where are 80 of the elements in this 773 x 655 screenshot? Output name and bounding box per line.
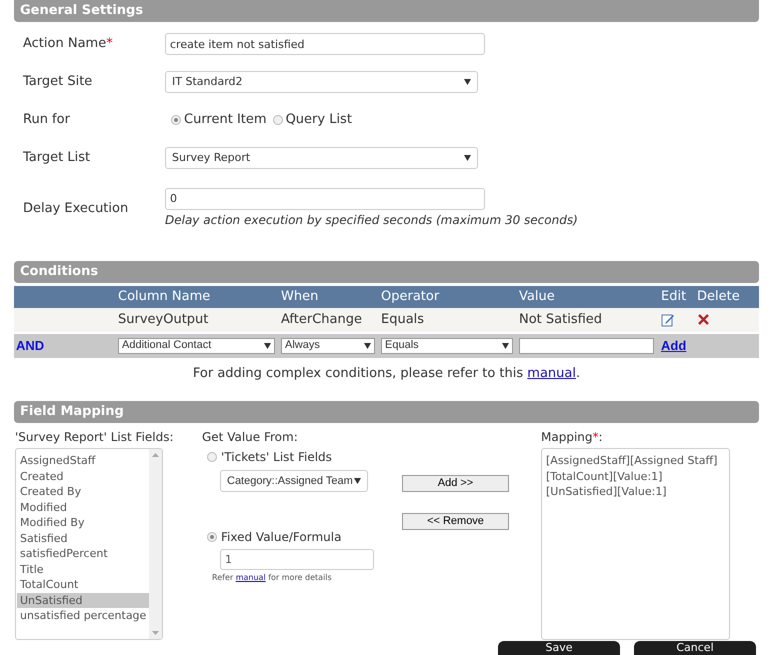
required-mark: *	[106, 36, 113, 52]
radio-button[interactable]	[171, 115, 181, 125]
list-box[interactable]: AssignedStaff Created Created By Modified Modified By Satisfied satisfiedPercent Title TotalCount UnSatisfied unsatisfied percentage	[15, 448, 163, 640]
radio-button[interactable]	[207, 452, 217, 462]
input-field[interactable]: 1	[220, 549, 374, 570]
scrollbar[interactable]	[149, 449, 162, 639]
list-label: 'Survey Report' List Fields:	[15, 429, 175, 446]
mapping-entry: [AssignedStaff][Assigned Staff]	[546, 453, 718, 468]
dropdown[interactable]: Category::Assigned Team	[220, 470, 368, 492]
dropdown[interactable]: Additional Contact	[118, 338, 275, 354]
input-field[interactable]	[519, 338, 654, 354]
mapping-entry: [UnSatisfied][Value:1]	[546, 484, 668, 500]
table-cell: Equals	[381, 312, 424, 327]
input-field[interactable]: create item not satisfied	[165, 33, 485, 55]
column-header: Edit	[661, 288, 686, 304]
field-label: Run for	[23, 112, 70, 128]
dropdown[interactable]: Survey Report	[165, 147, 478, 169]
add-link[interactable]: Add	[661, 338, 686, 353]
manual-link[interactable]: manual	[236, 573, 266, 582]
mapping-box[interactable]: [AssignedStaff][Assigned Staff] [TotalCount][Value:1] [UnSatisfied][Value:1]	[541, 448, 730, 640]
dropdown[interactable]: IT Standard2	[165, 71, 478, 93]
radio-button[interactable]	[272, 115, 283, 125]
field-label: Target Site	[23, 74, 92, 90]
list-item[interactable]: Modified By	[17, 515, 150, 530]
caret-icon	[464, 79, 471, 85]
column-header: Delete	[697, 288, 740, 304]
table-cell: Not Satisfied	[519, 312, 602, 327]
action-button[interactable]: Cancel	[634, 641, 756, 655]
colon-text: :	[598, 430, 603, 444]
required-mark: *	[592, 430, 598, 444]
list-item[interactable]: UnSatisfied	[17, 592, 150, 608]
column-header: Column Name	[118, 288, 210, 304]
column-header: Operator	[381, 288, 440, 304]
section-header: Field Mapping	[14, 401, 759, 423]
remove-button[interactable]: << Remove	[402, 513, 509, 530]
section-header: General Settings	[14, 0, 759, 22]
field-label: Delay Execution	[23, 201, 128, 216]
radio-label: Current Item	[184, 111, 267, 130]
help-text: For adding complex conditions, please refer to this manual.	[192, 366, 580, 380]
table-cell: SurveyOutput	[118, 312, 208, 327]
section-header: Conditions	[14, 260, 759, 282]
hint-text: Delay action execution by specified seconds (maximum 30 seconds)	[165, 212, 578, 228]
up-arrow-icon[interactable]	[152, 453, 160, 457]
list-item[interactable]: unsatisfied percentage	[17, 608, 150, 624]
column-header: When	[281, 288, 318, 304]
caret-icon	[502, 342, 509, 348]
list-item[interactable]: TotalCount	[17, 577, 150, 592]
add-button[interactable]: Add >>	[402, 475, 509, 492]
logic-operator: AND	[16, 338, 44, 353]
radio-label: Fixed Value/Formula	[221, 529, 342, 546]
caret-icon	[354, 478, 361, 484]
dropdown[interactable]: Equals	[381, 338, 513, 354]
radio-label: Query List	[286, 111, 352, 130]
list-item[interactable]: Satisfied	[17, 530, 150, 546]
mapping-entry: [TotalCount][Value:1]	[546, 468, 664, 484]
radio-button[interactable]	[207, 532, 217, 542]
input-field[interactable]: 0	[165, 188, 485, 210]
field-label: Target List	[23, 150, 90, 166]
list-item[interactable]: Created	[17, 468, 150, 484]
down-arrow-icon[interactable]	[152, 631, 160, 635]
table-cell: AfterChange	[281, 312, 362, 327]
action-button[interactable]: Save	[498, 641, 620, 655]
caret-icon	[364, 342, 371, 348]
edit-icon[interactable]	[661, 312, 675, 326]
caret-icon	[264, 342, 271, 348]
list-item[interactable]: Title	[17, 562, 150, 577]
radio-label: 'Tickets' List Fields	[221, 449, 332, 466]
manual-link[interactable]: manual	[527, 366, 576, 380]
list-item[interactable]: Created By	[17, 484, 150, 500]
column-header: Value	[519, 288, 555, 304]
list-item[interactable]: Modified	[17, 500, 150, 515]
field-label: Action Name	[23, 36, 106, 52]
help-text: Refer manual for more details	[212, 573, 332, 582]
section-label: Get Value From:	[202, 429, 299, 446]
list-item[interactable]: AssignedStaff	[17, 453, 150, 468]
caret-icon	[464, 155, 471, 161]
dropdown[interactable]: Always	[281, 338, 375, 354]
list-item[interactable]: satisfiedPercent	[17, 546, 150, 562]
delete-icon[interactable]	[697, 313, 710, 326]
field-label: Mapping	[541, 430, 592, 444]
